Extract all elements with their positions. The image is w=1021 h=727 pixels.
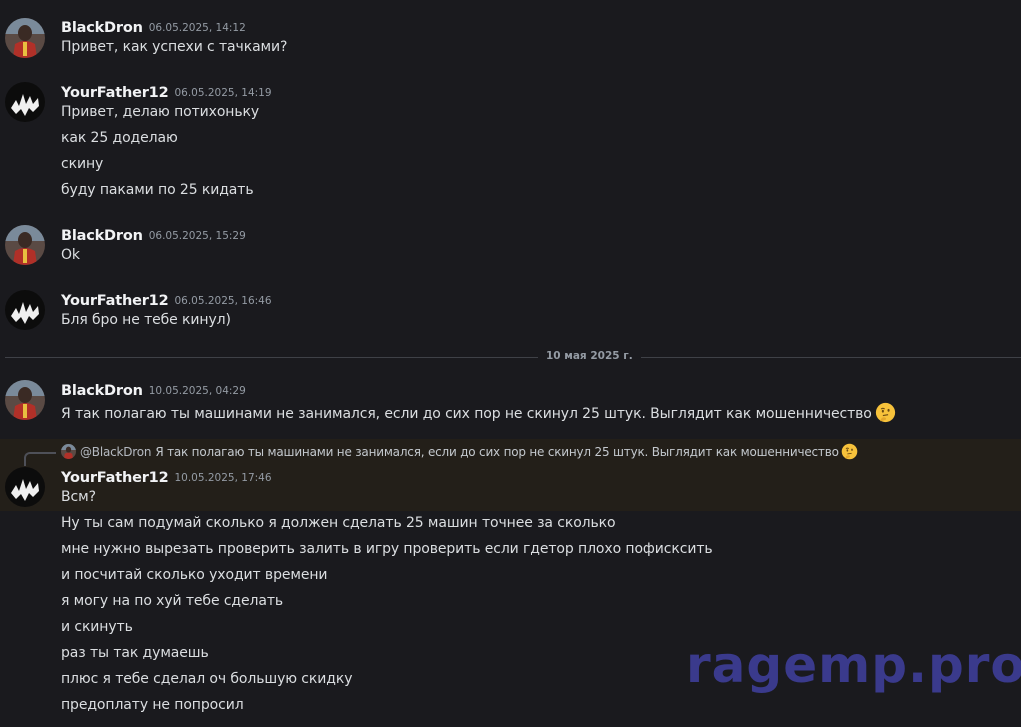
yourfather-avatar-icon xyxy=(5,82,45,122)
message-text: как 25 доделаю xyxy=(61,130,178,146)
reply-connector xyxy=(24,452,56,466)
timestamp: 06.05.2025, 15:29 xyxy=(148,230,246,242)
message-text: Всм? xyxy=(61,489,96,505)
watermark: ragemp.pro xyxy=(686,636,1021,694)
yourfather-avatar-icon xyxy=(5,467,45,507)
avatar[interactable] xyxy=(5,290,45,330)
date-divider-line xyxy=(5,357,1021,358)
timestamp: 10.05.2025, 04:29 xyxy=(148,385,246,397)
blackdron-avatar-icon xyxy=(5,225,45,265)
author-name[interactable]: BlackDron xyxy=(61,383,143,399)
message-text-content: Я так полагаю ты машинами не занимался, … xyxy=(61,406,872,422)
blackdron-avatar-icon xyxy=(61,444,76,459)
avatar[interactable] xyxy=(5,225,45,265)
message-header: YourFather12 06.05.2025, 16:46 xyxy=(61,290,272,309)
message-text: Привет, делаю потихоньку xyxy=(61,104,260,120)
message-header: BlackDron 06.05.2025, 14:12 xyxy=(61,17,246,36)
timestamp: 06.05.2025, 16:46 xyxy=(174,295,272,307)
message-text: я могу на по хуй тебе сделать xyxy=(61,593,284,609)
author-name[interactable]: BlackDron xyxy=(61,228,143,244)
timestamp: 10.05.2025, 17:46 xyxy=(174,472,272,484)
author-name[interactable]: YourFather12 xyxy=(61,293,169,309)
message-text: раз ты так думаешь xyxy=(61,645,209,661)
message-text: Привет, как успехи с тачками? xyxy=(61,39,288,55)
author-name[interactable]: YourFather12 xyxy=(61,85,169,101)
message-text: мне нужно вырезать проверить залить в иг… xyxy=(61,541,713,557)
reply-avatar xyxy=(61,444,76,459)
avatar[interactable] xyxy=(5,18,45,58)
message-text: предоплату не попросил xyxy=(61,697,244,713)
author-name[interactable]: BlackDron xyxy=(61,20,143,36)
reply-preview[interactable]: @BlackDron Я так полагаю ты машинами не з… xyxy=(61,443,858,460)
message-header: YourFather12 06.05.2025, 14:19 xyxy=(61,82,272,101)
timestamp: 06.05.2025, 14:12 xyxy=(148,22,246,34)
blackdron-avatar-icon xyxy=(5,18,45,58)
timestamp: 06.05.2025, 14:19 xyxy=(174,87,272,99)
message-text: плюс я тебе сделал оч большую скидку xyxy=(61,671,353,687)
message-text: Ну ты сам подумай сколько я должен сдела… xyxy=(61,515,616,531)
message-header: BlackDron 06.05.2025, 15:29 xyxy=(61,225,246,244)
reply-author[interactable]: @BlackDron xyxy=(80,445,152,459)
message-text: скину xyxy=(61,156,104,172)
message-text: и посчитай сколько уходит времени xyxy=(61,567,328,583)
blackdron-avatar-icon xyxy=(5,380,45,420)
message-text: и скинуть xyxy=(61,619,133,635)
avatar[interactable] xyxy=(5,467,45,507)
message-text: Я так полагаю ты машинами не занимался, … xyxy=(61,402,896,423)
avatar[interactable] xyxy=(5,380,45,420)
thinking-face-icon xyxy=(875,402,895,423)
date-divider-label: 10 мая 2025 г. xyxy=(538,350,641,362)
message-header: YourFather12 10.05.2025, 17:46 xyxy=(61,467,272,486)
message-text: Ok xyxy=(61,247,80,263)
author-name[interactable]: YourFather12 xyxy=(61,470,169,486)
message-text: Бля бро не тебе кинул) xyxy=(61,312,231,328)
reply-text: Я так полагаю ты машинами не занимался, … xyxy=(155,445,839,459)
yourfather-avatar-icon xyxy=(5,290,45,330)
message-header: BlackDron 10.05.2025, 04:29 xyxy=(61,380,246,399)
message-text: буду паками по 25 кидать xyxy=(61,182,254,198)
thinking-face-icon xyxy=(841,443,858,460)
avatar[interactable] xyxy=(5,82,45,122)
